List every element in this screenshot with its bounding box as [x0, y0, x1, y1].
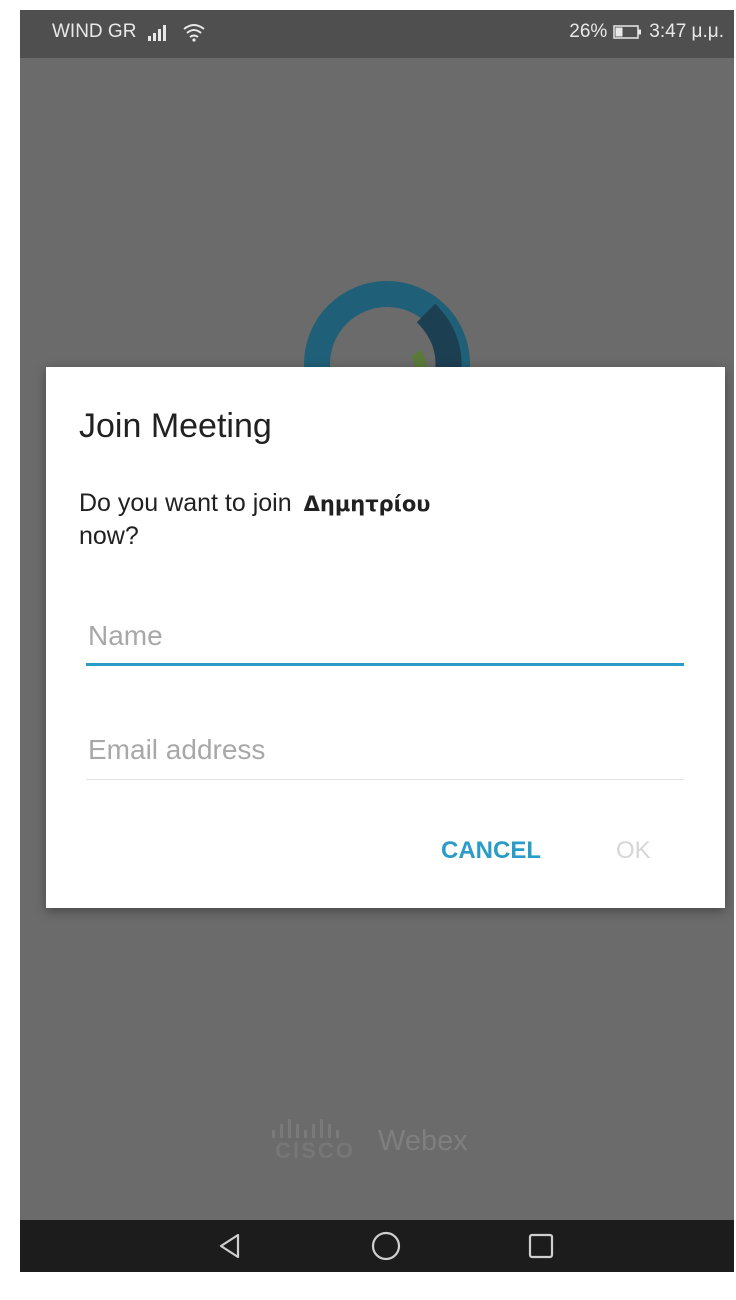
phone-screen: WIND GR 26% 3:47 μ.μ. Join Meeting Do yo…: [20, 10, 734, 1272]
recents-icon: [528, 1233, 554, 1259]
name-field-container: [86, 616, 684, 666]
cisco-wordmark: CISCO: [275, 1138, 355, 1163]
home-button[interactable]: [368, 1228, 404, 1264]
join-meeting-dialog: Join Meeting Do you want to join Δημητρίο…: [46, 367, 725, 908]
email-field-container: [86, 730, 684, 780]
ok-button[interactable]: OK: [616, 837, 651, 865]
message-suffix: now?: [79, 522, 139, 550]
dialog-message: Do you want to join Δημητρίου now?: [79, 487, 679, 552]
message-prefix: Do you want to join: [79, 489, 292, 517]
name-input[interactable]: [86, 616, 684, 656]
battery-percent: 26%: [569, 21, 608, 42]
wifi-icon: [183, 24, 206, 42]
cisco-bars-icon: [272, 1119, 339, 1138]
cisco-logo: CISCO: [270, 1118, 360, 1164]
meeting-name: Δημητρίου: [303, 492, 431, 516]
clock: 3:47 μ.μ.: [649, 21, 724, 42]
email-input[interactable]: [86, 730, 684, 770]
status-right: 26% 3:47 μ.μ.: [569, 21, 724, 43]
status-left: WIND GR: [52, 21, 206, 43]
back-icon: [219, 1233, 240, 1259]
cancel-button[interactable]: CANCEL: [441, 837, 541, 865]
email-input-underline: [86, 779, 684, 780]
carrier-label: WIND GR: [52, 21, 137, 42]
dialog-title: Join Meeting: [79, 407, 272, 445]
battery-icon: [613, 25, 642, 39]
back-button[interactable]: [212, 1228, 248, 1264]
brand-footer: CISCO Webex: [270, 1118, 468, 1164]
webex-wordmark: Webex: [378, 1124, 468, 1157]
dialog-actions: CANCEL OK: [46, 837, 725, 877]
name-input-underline: [86, 663, 684, 666]
home-icon: [371, 1231, 401, 1261]
status-bar: WIND GR 26% 3:47 μ.μ.: [20, 10, 734, 58]
nav-bar: [20, 1220, 734, 1272]
signal-icon: [148, 25, 167, 41]
recents-button[interactable]: [523, 1228, 559, 1264]
